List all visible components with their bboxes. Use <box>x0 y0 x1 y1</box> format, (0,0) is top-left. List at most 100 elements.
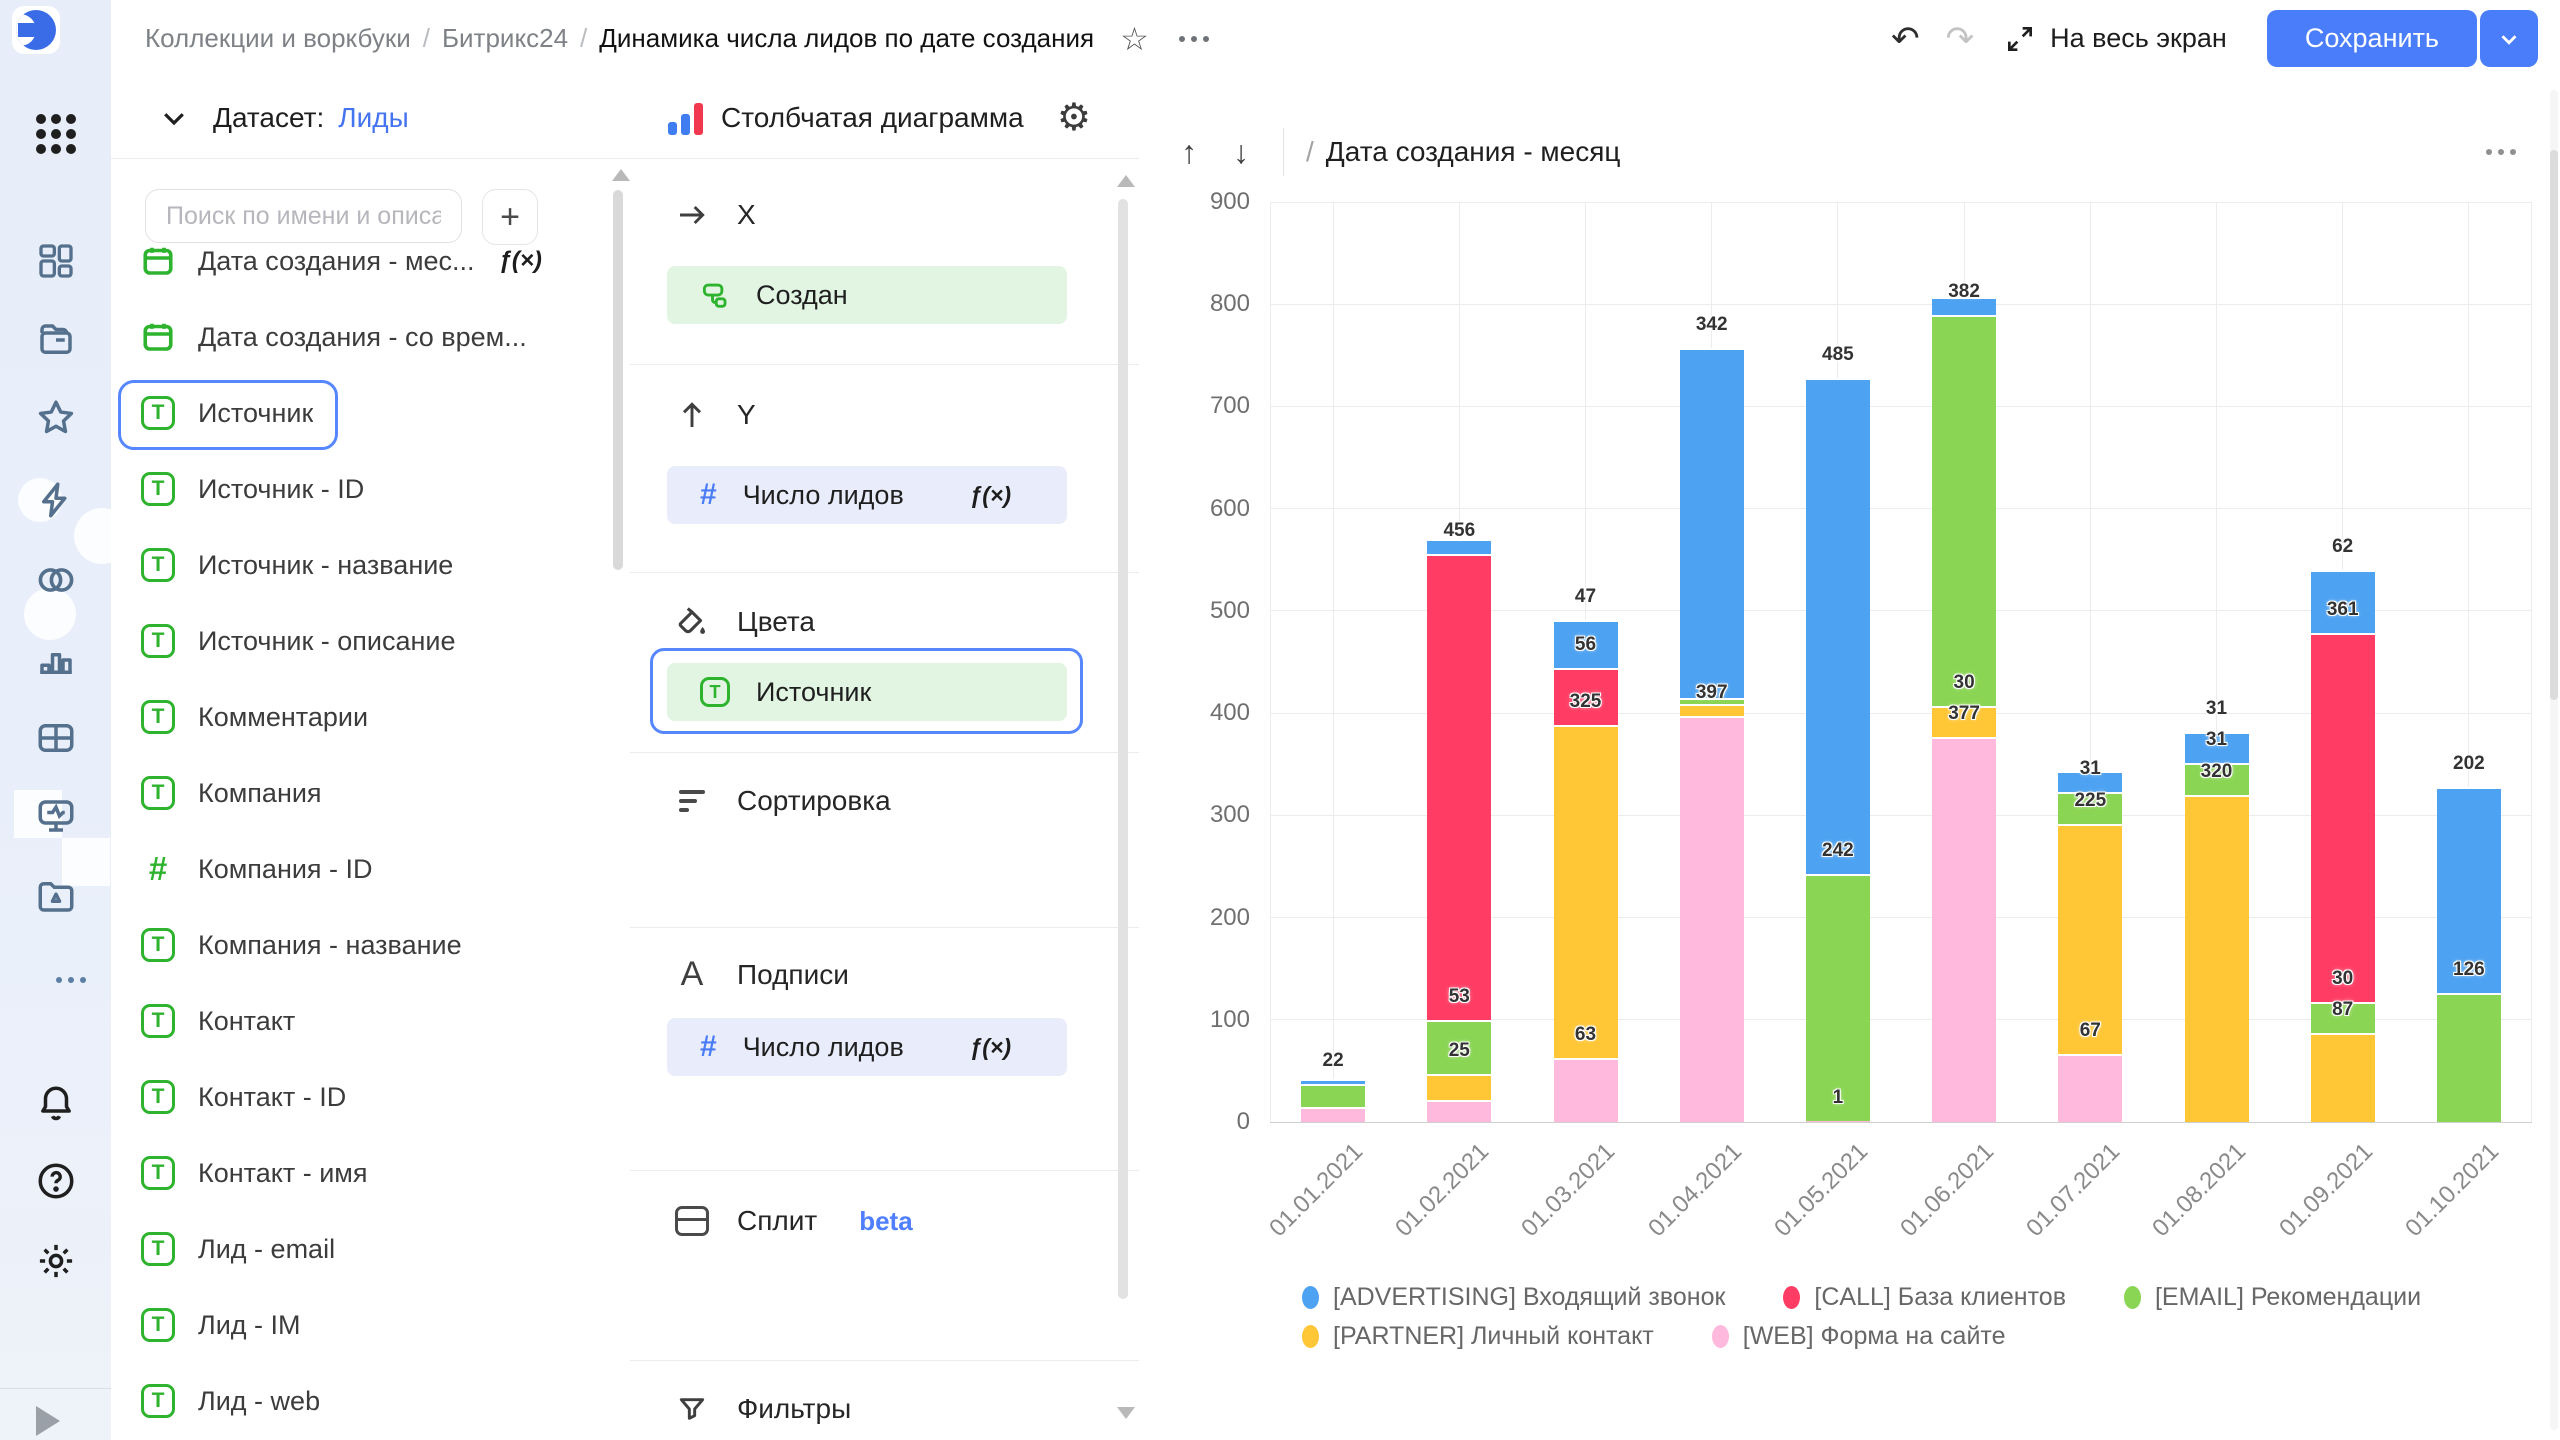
save-button[interactable]: Сохранить <box>2267 10 2477 67</box>
dashboards-icon[interactable] <box>35 795 77 837</box>
field-row[interactable]: T Лид - email <box>111 1211 616 1287</box>
y-axis-tick-label: 800 <box>1170 290 1250 318</box>
files-folder-icon[interactable] <box>35 875 77 917</box>
collapse-chevron-icon[interactable] <box>159 103 189 133</box>
bar-value-label: 31 <box>2206 729 2227 751</box>
field-row[interactable]: T Контакт - имя <box>111 1135 616 1211</box>
bar-segment-partner[interactable] <box>1680 704 1744 716</box>
bar-segment-partner[interactable] <box>1427 1074 1491 1100</box>
labels-field-chip[interactable]: # Число лидов ƒ(×) <box>667 1018 1067 1076</box>
window-scrollbar-thumb[interactable] <box>2550 150 2558 700</box>
bar-value-label: 30 <box>2332 968 2353 990</box>
chart-type-label[interactable]: Столбчатая диаграмма <box>721 102 1024 134</box>
legend-item[interactable]: [WEB] Форма на сайте <box>1712 1322 2006 1351</box>
field-row[interactable]: Дата создания - мес... ƒ(×) <box>111 223 616 299</box>
legend-item[interactable]: [PARTNER] Личный контакт <box>1302 1322 1654 1351</box>
drill-up-icon[interactable]: ↑ <box>1181 134 1197 171</box>
breadcrumb-collections[interactable]: Коллекции и воркбуки <box>145 23 411 54</box>
chart-menu-icon[interactable] <box>2486 149 2516 155</box>
field-row[interactable]: T Источник - название <box>111 527 616 603</box>
bar-segment-web[interactable] <box>1554 1058 1618 1122</box>
bar-segment-web[interactable] <box>1301 1107 1365 1122</box>
charts-icon[interactable] <box>35 639 77 681</box>
drill-path-label[interactable]: Дата создания - месяц <box>1326 136 1621 168</box>
field-row[interactable]: T Лид - web <box>111 1363 616 1439</box>
labels-a-icon: A <box>675 955 709 994</box>
datasets-link-icon[interactable] <box>34 558 78 602</box>
field-row[interactable]: Дата создания - со врем... <box>111 299 616 375</box>
bar-segment-web[interactable] <box>2058 1054 2122 1122</box>
legend-item[interactable]: [ADVERTISING] Входящий звонок <box>1302 1283 1725 1312</box>
field-list-scrollbar[interactable] <box>613 190 623 570</box>
drill-down-icon[interactable]: ↓ <box>1233 134 1249 171</box>
field-row[interactable]: # Компания - ID <box>111 831 616 907</box>
favorites-star-icon[interactable] <box>35 397 77 439</box>
field-row[interactable]: T Компания <box>111 755 616 831</box>
notifications-bell-icon[interactable] <box>35 1083 77 1125</box>
bar-segment-advertising[interactable] <box>1301 1079 1365 1084</box>
more-menu-icon[interactable] <box>1179 36 1209 42</box>
bar-segment-partner[interactable] <box>2311 1033 2375 1122</box>
connections-lightning-icon[interactable] <box>35 479 77 521</box>
tiles-icon[interactable] <box>36 241 76 281</box>
bar-segment-web[interactable] <box>1680 716 1744 1122</box>
colors-field-chip[interactable]: T Источник <box>667 663 1067 721</box>
scroll-up-arrow[interactable] <box>612 169 630 181</box>
fullscreen-label[interactable]: На весь экран <box>2050 23 2227 54</box>
bar-segment-web[interactable] <box>1427 1100 1491 1122</box>
sort-section-header: Сортировка <box>675 785 891 817</box>
field-row[interactable]: T Контакт - ID <box>111 1059 616 1135</box>
field-row[interactable]: T Компания - название <box>111 907 616 983</box>
bar-value-label: 47 <box>1575 586 1596 608</box>
field-row-selected[interactable]: T Источник <box>111 375 616 451</box>
x-field-chip[interactable]: Создан <box>667 266 1067 324</box>
bar-segment-call[interactable] <box>2311 633 2375 1002</box>
bar-segment-email[interactable] <box>1301 1084 1365 1106</box>
legend-row: [PARTNER] Личный контакт [WEB] Форма на с… <box>1302 1322 2421 1351</box>
chart-settings-gear-icon[interactable]: ⚙ <box>1057 99 1091 137</box>
workbooks-folders-icon[interactable] <box>35 319 77 361</box>
field-row[interactable]: T Лид - IM <box>111 1287 616 1363</box>
settings-gear-icon[interactable] <box>35 1240 77 1282</box>
apps-grid-icon[interactable] <box>36 114 76 154</box>
bar-segment-web[interactable] <box>1806 1121 1870 1122</box>
redo-icon[interactable]: ↷ <box>1946 19 1975 59</box>
y-section-header: Y <box>675 399 756 431</box>
favorite-star-icon[interactable]: ☆ <box>1120 20 1149 58</box>
undo-icon[interactable]: ↶ <box>1891 19 1920 59</box>
tables-icon[interactable] <box>35 717 77 759</box>
bar-value-label: 53 <box>1449 986 1470 1008</box>
help-icon[interactable] <box>35 1160 77 1202</box>
scroll-down-arrow[interactable] <box>1117 1407 1135 1419</box>
bar-segment-advertising[interactable] <box>1806 378 1870 874</box>
fullscreen-icon[interactable] <box>2004 23 2036 55</box>
scroll-up-arrow[interactable] <box>1117 175 1135 187</box>
datalens-logo[interactable] <box>12 6 60 54</box>
more-items-icon[interactable] <box>26 977 86 983</box>
bar-value-label: 31 <box>2080 758 2101 780</box>
field-row[interactable]: T Комментарии <box>111 679 616 755</box>
dataset-name-link[interactable]: Лиды <box>338 102 408 134</box>
expand-panel-icon[interactable] <box>36 1406 60 1436</box>
field-label: Контакт <box>198 1006 295 1037</box>
save-menu-chevron-button[interactable] <box>2480 10 2538 67</box>
bar-segment-email[interactable] <box>1932 315 1996 705</box>
bar-segment-email[interactable] <box>2437 993 2501 1122</box>
field-row[interactable]: T Источник - ID <box>111 451 616 527</box>
bar-segment-web[interactable] <box>1932 737 1996 1122</box>
colors-section-label: Цвета <box>737 606 815 638</box>
bar-segment-call[interactable] <box>1427 554 1491 1020</box>
bar-segment-partner[interactable] <box>1554 725 1618 1057</box>
field-label: Дата создания - со врем... <box>198 322 527 353</box>
y-field-chip[interactable]: # Число лидов ƒ(×) <box>667 466 1067 524</box>
field-row[interactable]: T Контакт <box>111 983 616 1059</box>
legend-item[interactable]: [CALL] База клиентов <box>1783 1283 2066 1312</box>
config-scrollbar[interactable] <box>1118 199 1128 1299</box>
legend-item[interactable]: [EMAIL] Рекомендации <box>2124 1283 2421 1312</box>
bar-segment-partner[interactable] <box>2185 795 2249 1122</box>
breadcrumb-workbook[interactable]: Битрикс24 <box>442 23 568 54</box>
bar-segment-advertising[interactable] <box>1680 348 1744 698</box>
y-axis-tick-label: 600 <box>1170 495 1250 523</box>
bar-segment-email[interactable] <box>1806 874 1870 1121</box>
field-row[interactable]: T Источник - описание <box>111 603 616 679</box>
